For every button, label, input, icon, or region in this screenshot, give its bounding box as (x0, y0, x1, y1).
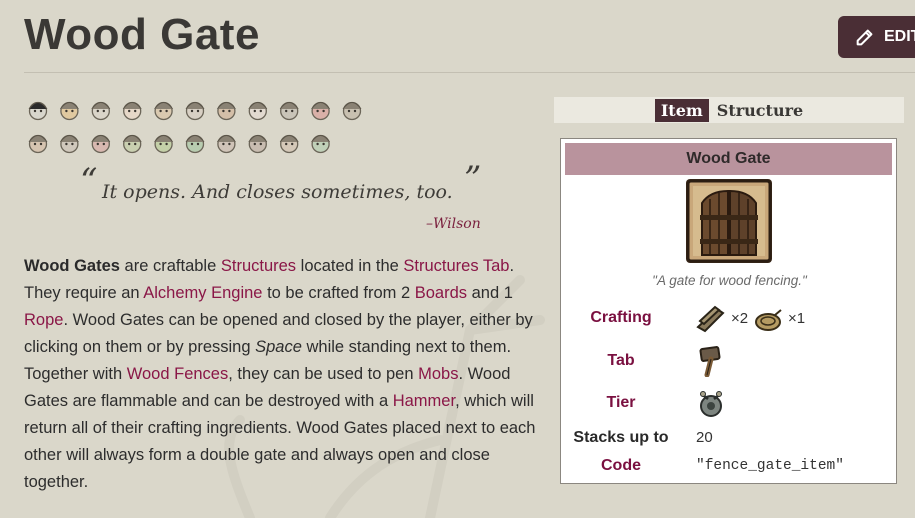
tier-label[interactable]: Tier (561, 394, 681, 412)
quote-attribution: –Wilson (426, 216, 481, 232)
wanda-icon[interactable] (216, 134, 236, 154)
winona-icon[interactable] (28, 134, 48, 154)
link-rope[interactable]: Rope (24, 311, 63, 329)
stacks-value: 20 (696, 429, 713, 446)
tab-item[interactable]: Item (654, 98, 709, 122)
link-alchemy-engine[interactable]: Alchemy Engine (143, 284, 262, 302)
boards-quantity: ×2 (731, 310, 749, 327)
wes-icon[interactable] (248, 101, 268, 121)
wilba-icon[interactable] (248, 134, 268, 154)
edit-label: EDIT (884, 28, 915, 45)
infobox-title: Wood Gate (565, 143, 892, 175)
link-structures-tab[interactable]: Structures Tab (403, 257, 509, 275)
link-mobs[interactable]: Mobs (418, 365, 458, 383)
pencil-icon (856, 29, 873, 46)
key-space: Space (255, 338, 302, 356)
tab-label[interactable]: Tab (561, 352, 681, 370)
wolfgang-icon[interactable] (91, 101, 111, 121)
boards-icon[interactable] (695, 303, 727, 333)
wickerbottom-icon[interactable] (185, 101, 205, 121)
close-quote-mark: ” (464, 159, 482, 199)
link-wood-fences[interactable]: Wood Fences (127, 365, 229, 383)
link-structures[interactable]: Structures (221, 257, 296, 275)
infobox: Wood Gate "A gate for wood fencing." Cra… (560, 138, 897, 484)
wagstaff-icon[interactable] (311, 134, 331, 154)
rope-quantity: ×1 (788, 310, 806, 327)
subject-bold: Wood Gates (24, 257, 120, 275)
walani-icon[interactable] (279, 134, 299, 154)
link-hammer[interactable]: Hammer (393, 392, 455, 410)
maxwell-icon[interactable] (279, 101, 299, 121)
page-title: Wood Gate (24, 10, 260, 59)
link-boards[interactable]: Boards (415, 284, 467, 302)
code-label[interactable]: Code (561, 457, 681, 475)
wormwood-icon[interactable] (154, 134, 174, 154)
code-value: "fence_gate_item" (696, 458, 844, 474)
woodie-icon[interactable] (216, 101, 236, 121)
wendy-icon[interactable] (122, 101, 142, 121)
tab-structure[interactable]: Structure (717, 101, 803, 120)
willow-icon[interactable] (59, 101, 79, 121)
open-quote-mark: “ (80, 161, 98, 201)
walter-icon[interactable] (91, 134, 111, 154)
article-paragraph: Wood Gates are craftable Structures loca… (24, 257, 536, 491)
wilson-icon[interactable] (28, 101, 48, 121)
wood-gate-image (686, 179, 772, 263)
wortox-icon[interactable] (122, 134, 142, 154)
warly-icon[interactable] (59, 134, 79, 154)
crafting-label[interactable]: Crafting (561, 309, 681, 327)
wx78-icon[interactable] (154, 101, 174, 121)
infobox-tabs: Item Structure (554, 97, 904, 123)
wurt-icon[interactable] (185, 134, 205, 154)
stacks-label: Stacks up to (573, 429, 669, 446)
quote-text: It opens. And closes sometimes, too. (102, 181, 453, 203)
wigfrid-icon[interactable] (311, 101, 331, 121)
hammer-icon[interactable] (697, 345, 727, 377)
character-portrait-strip (28, 101, 362, 154)
item-caption: "A gate for wood fencing." (652, 273, 807, 288)
edit-button[interactable]: EDIT (838, 16, 915, 58)
title-divider (24, 72, 915, 73)
webber-icon[interactable] (342, 101, 362, 121)
rope-icon[interactable] (753, 307, 783, 333)
alchemy-engine-icon[interactable] (695, 387, 727, 419)
quote-author-link[interactable]: Wilson (433, 216, 481, 232)
